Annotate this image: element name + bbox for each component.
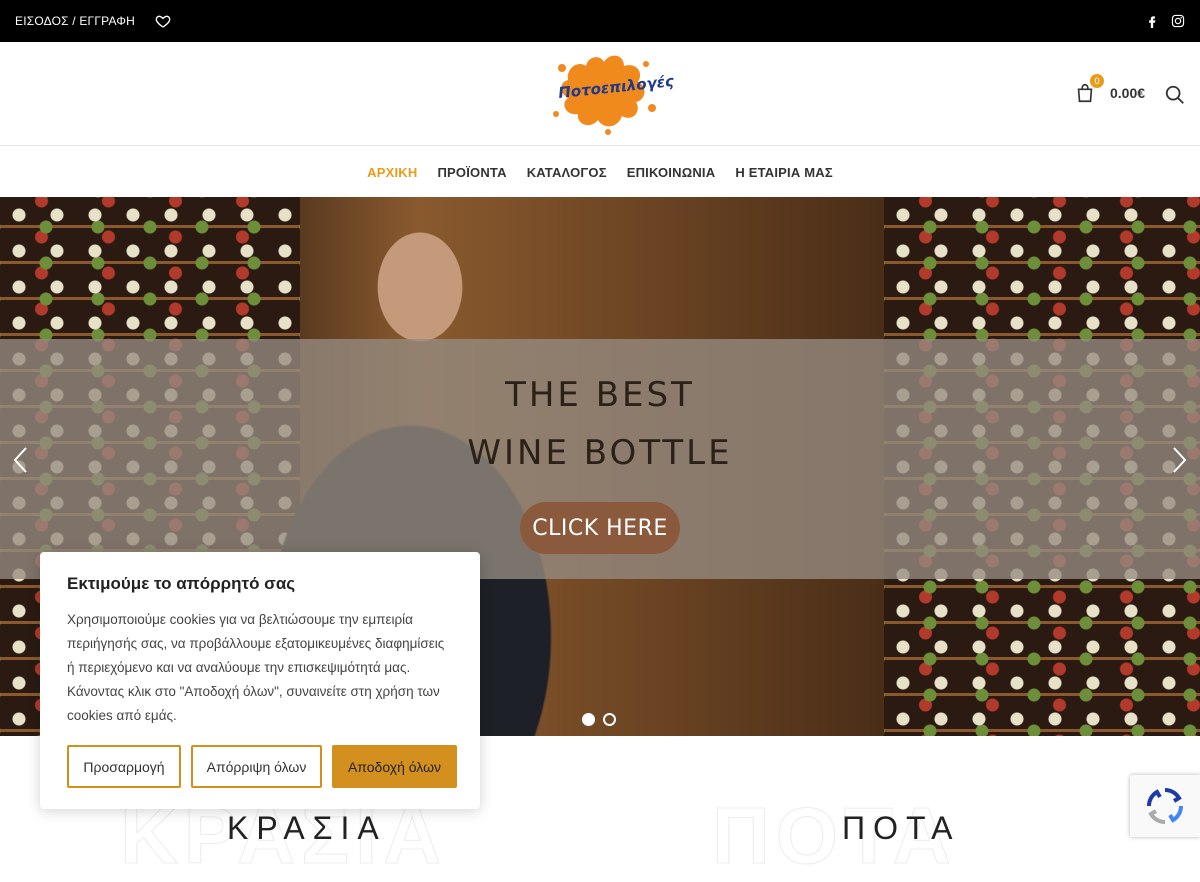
cookie-accept-button[interactable]: Αποδοχή όλων — [332, 745, 457, 788]
top-bar-left: ΕΙΣΟΔΟΣ / ΕΓΓΡΑΦΗ — [15, 13, 171, 29]
cookie-buttons: Προσαρμογή Απόρριψη όλων Αποδοχή όλων — [67, 745, 457, 788]
nav-item-products[interactable]: ΠΡΟΪΟΝΤΑ — [437, 165, 506, 180]
chevron-left-icon[interactable] — [10, 445, 32, 475]
cookie-title: Εκτιμούμε το απόρρητό σας — [67, 574, 296, 593]
cart-total[interactable]: 0.00€ — [1110, 85, 1145, 101]
chevron-right-icon[interactable] — [1168, 445, 1190, 475]
heart-icon[interactable] — [155, 13, 171, 29]
recaptcha-icon — [1146, 787, 1184, 825]
site-logo[interactable]: Ποτοεπιλογές — [548, 50, 675, 136]
social-links — [1145, 14, 1185, 28]
search-icon[interactable] — [1164, 84, 1186, 106]
site-header: Ποτοεπιλογές 0 0.00€ — [0, 42, 1200, 146]
recaptcha-badge[interactable] — [1130, 775, 1200, 837]
nav-item-company[interactable]: Η ΕΤΑΙΡΙΑ ΜΑΣ — [735, 165, 833, 180]
login-register-link[interactable]: ΕΙΣΟΔΟΣ / ΕΓΓΡΑΦΗ — [15, 14, 135, 28]
nav-item-catalog[interactable]: ΚΑΤΑΛΟΓΟΣ — [527, 165, 607, 180]
cart-count-badge: 0 — [1090, 74, 1104, 88]
nav-item-contact[interactable]: ΕΠΙΚΟΙΝΩΝΙΑ — [627, 165, 716, 180]
shopping-bag-icon[interactable]: 0 — [1074, 74, 1104, 104]
slider-pagination — [582, 713, 616, 726]
cookie-customize-button[interactable]: Προσαρμογή — [67, 745, 181, 788]
cookie-text: Χρησιμοποιούμε cookies για να βελτιώσουμ… — [67, 612, 445, 723]
instagram-icon[interactable] — [1171, 14, 1185, 28]
top-bar: ΕΙΣΟΔΟΣ / ΕΓΓΡΑΦΗ — [0, 0, 1200, 42]
hero-title-line1: THE BEST — [505, 375, 695, 415]
section-title-drinks[interactable]: ΠΟΤΑ — [842, 810, 961, 847]
slider-dot-2[interactable] — [603, 713, 616, 726]
hero-cta-button[interactable]: CLICK HERE — [520, 502, 680, 554]
cookie-reject-button[interactable]: Απόρριψη όλων — [191, 745, 322, 788]
cart[interactable]: 0 0.00€ — [1074, 74, 1145, 104]
slider-dot-1[interactable] — [582, 713, 595, 726]
hero-title-line2: WINE BOTTLE — [467, 433, 733, 473]
section-title-wines[interactable]: ΚΡΑΣΙΑ — [227, 810, 387, 847]
cookie-consent-panel: Εκτιμούμε το απόρρητό σας Χρησιμοποιούμε… — [40, 552, 480, 809]
nav-item-home[interactable]: ΑΡΧΙΚΗ — [367, 165, 417, 180]
facebook-icon[interactable] — [1145, 14, 1159, 28]
main-navigation: ΑΡΧΙΚΗ ΠΡΟΪΟΝΤΑ ΚΑΤΑΛΟΓΟΣ ΕΠΙΚΟΙΝΩΝΙΑ Η … — [0, 147, 1200, 197]
